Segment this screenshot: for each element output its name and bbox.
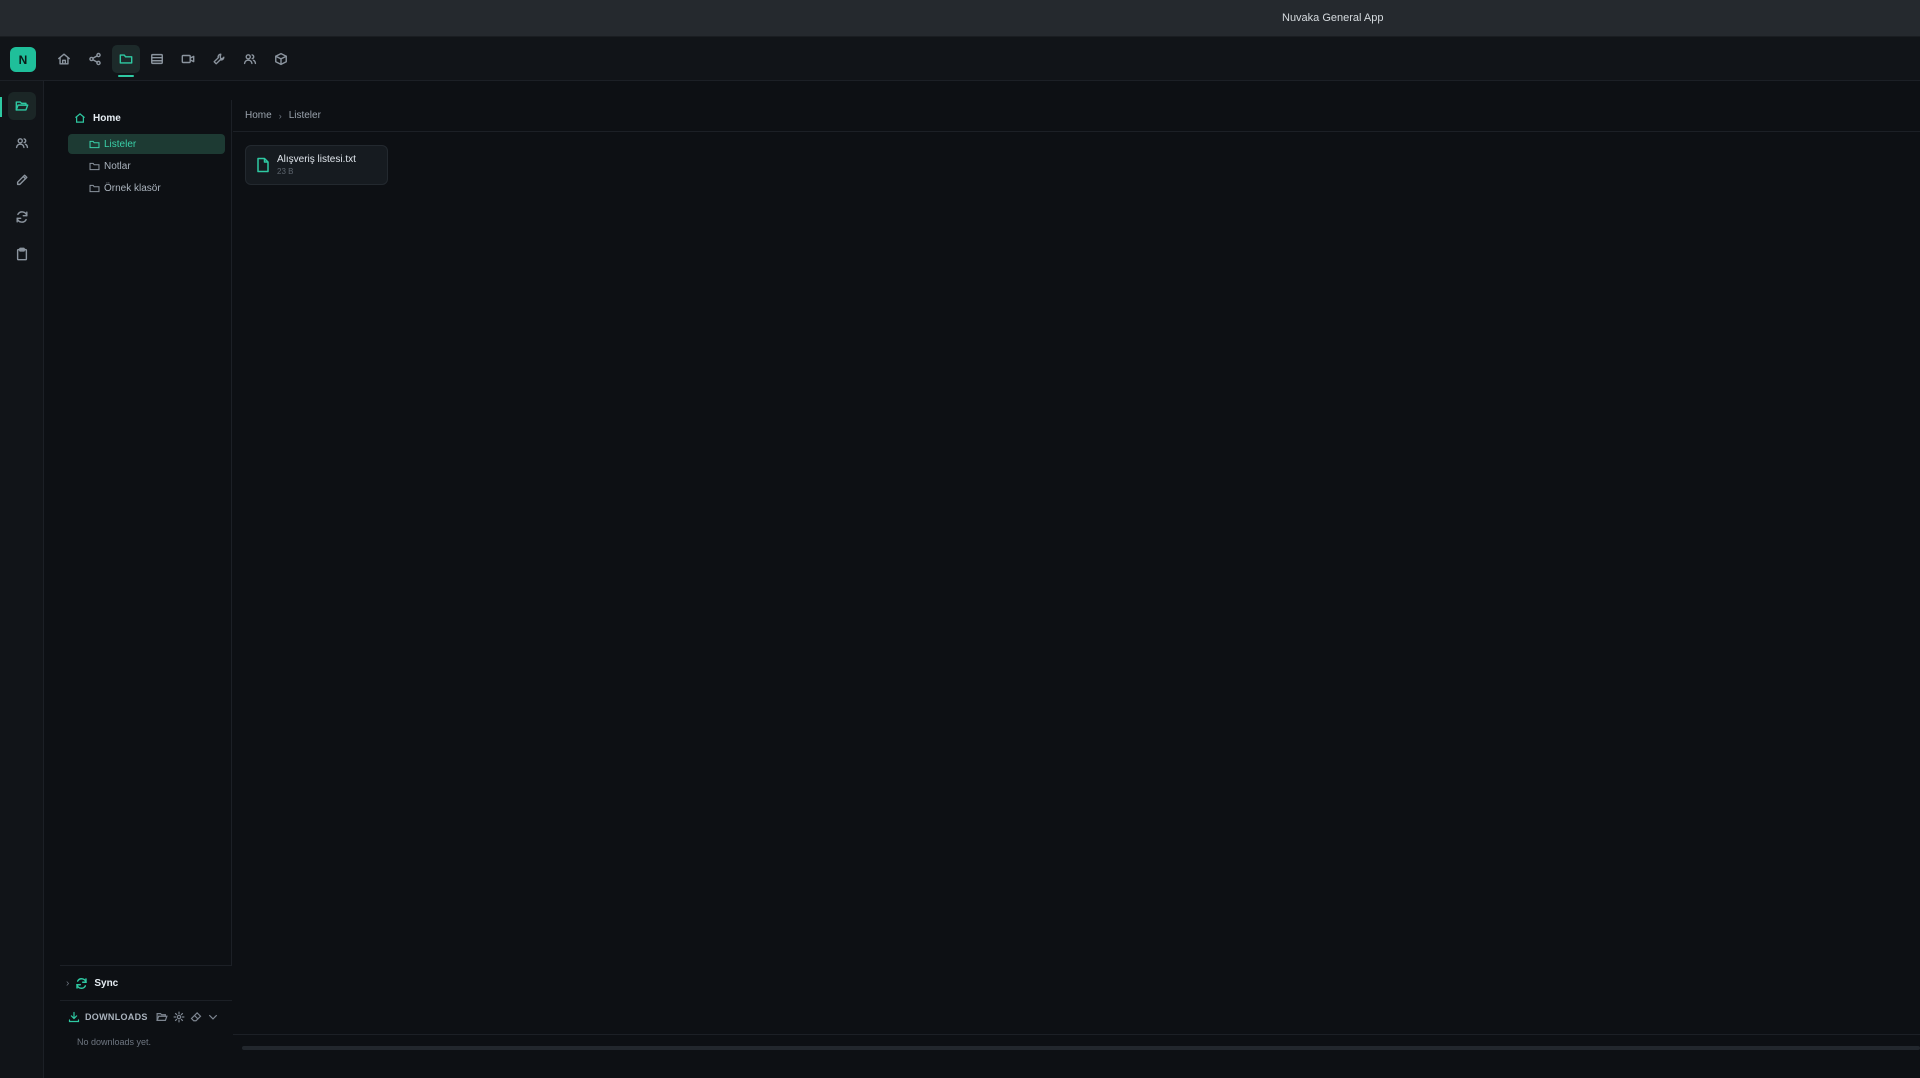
folder-icon [119,54,133,64]
folder-icon [89,140,100,148]
users-icon [243,54,257,65]
file-info: Alışveriş listesi.txt 23 B [277,154,356,176]
eraser-icon[interactable] [190,1011,202,1023]
rail-sync-button[interactable] [8,203,36,231]
tree-root-label: Home [93,112,121,124]
app-logo[interactable]: N [10,47,36,72]
pencil-icon [16,174,28,186]
refresh-icon [16,211,28,223]
breadcrumb-home[interactable]: Home [245,110,272,121]
home-icon [58,53,70,65]
side-rail [0,81,44,1078]
top-nav [50,45,295,77]
horizontal-scrollbar[interactable] [242,1046,1920,1050]
tree-item-notlar[interactable]: Notlar [68,156,225,176]
downloads-empty-text: No downloads yet. [77,1037,152,1047]
nav-share-button[interactable] [81,45,109,73]
window-title: Nuvaka General App [1282,12,1384,24]
active-indicator [0,97,2,117]
chevron-right-icon: › [66,977,70,989]
rail-users-button[interactable] [8,129,36,157]
file-name: Alışveriş listesi.txt [277,154,356,165]
tree-item-label: Listeler [104,138,137,150]
nav-packages-button[interactable] [267,45,295,73]
tree-item-label: Notlar [104,160,131,172]
downloads-header: DOWNLOADS [68,1007,232,1027]
box-icon [275,52,287,66]
folder-tree: Home Listeler Notlar Örnek klasör [60,100,232,965]
refresh-icon [76,977,88,989]
home-icon [75,113,85,123]
title-bar: Nuvaka General App [0,0,1920,37]
rail-edit-button[interactable] [8,166,36,194]
rail-clipboard-button[interactable] [8,240,36,268]
divider [233,1034,1920,1035]
chevron-right-icon: › [278,110,282,121]
breadcrumb-current[interactable]: Listeler [289,110,321,121]
video-icon [181,54,195,64]
top-toolbar: N [0,37,1920,81]
tree-root-home[interactable]: Home [74,112,121,124]
tree-item-label: Örnek klasör [104,182,161,194]
sync-section-toggle[interactable]: › Sync [60,965,232,1001]
folder-icon [89,162,100,170]
nav-video-button[interactable] [174,45,202,73]
rail-files-button[interactable] [8,92,36,120]
nav-table-button[interactable] [143,45,171,73]
nav-files-button[interactable] [112,45,140,77]
clipboard-icon [16,247,28,261]
download-icon [68,1011,80,1023]
nav-home-button[interactable] [50,45,78,73]
downloads-label: DOWNLOADS [85,1012,148,1022]
folder-open-icon[interactable] [155,1011,168,1023]
sync-label: Sync [94,977,119,989]
file-size: 23 B [277,167,294,176]
nav-tools-button[interactable] [205,45,233,73]
tree-item-listeler[interactable]: Listeler [68,134,225,154]
table-icon [151,53,163,65]
nav-users-button[interactable] [236,45,264,73]
gear-icon[interactable] [173,1011,185,1023]
folder-open-icon [15,101,29,111]
file-icon [257,157,269,173]
chevron-down-icon[interactable] [207,1011,219,1023]
share-icon [89,52,101,66]
wrench-icon [213,53,225,65]
bottom-panel: › Sync DOWNLOADS No downloads yet. [60,965,232,1065]
tree-item-ornek-klasor[interactable]: Örnek klasör [68,178,225,198]
users-icon [15,138,29,149]
folder-icon [89,184,100,192]
file-item[interactable]: Alışveriş listesi.txt 23 B [245,145,388,185]
breadcrumb: Home › Listeler [233,100,1920,132]
